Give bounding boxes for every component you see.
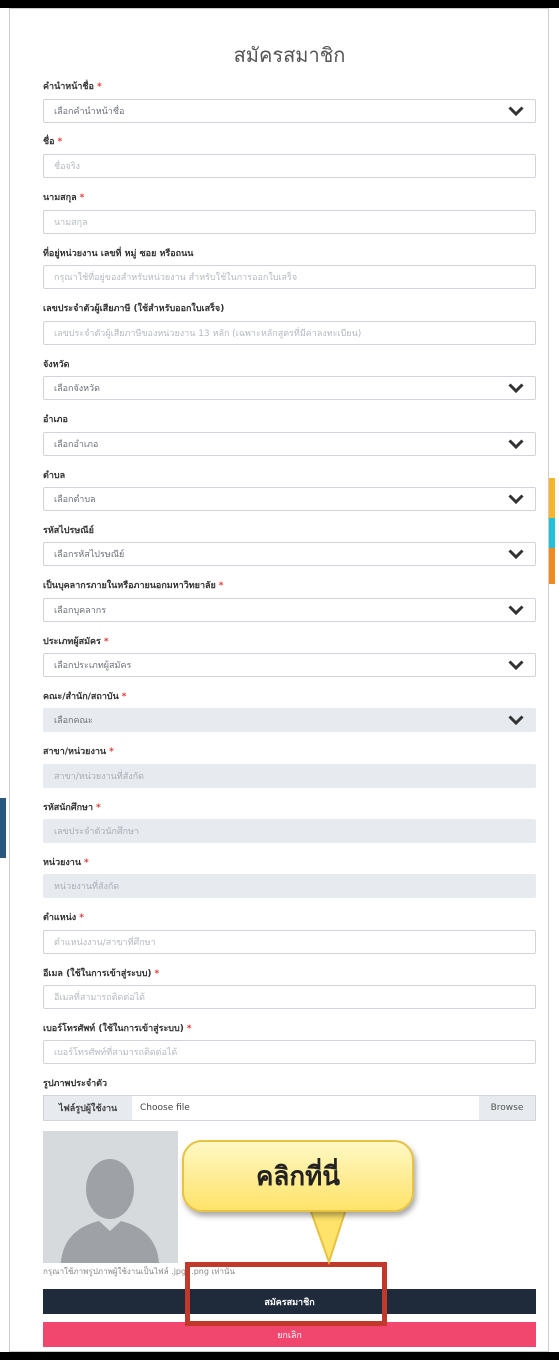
label-position: ตำแหน่ง * <box>43 913 84 923</box>
chevron-down-icon <box>507 438 525 450</box>
callout-text: คลิกที่นี่ <box>256 1161 340 1192</box>
label-district: อำเภอ <box>43 415 68 425</box>
tax-id-input[interactable]: เลขประจำตัวผู้เสียภาษีของหน่วยงาน 13 หลั… <box>43 321 536 345</box>
address-input[interactable]: กรุณาใช้ที่อยู่ของสำหรับหน่วยงาน สำหรับใ… <box>43 265 536 289</box>
select-personnel[interactable]: เลือกบุคลากร <box>43 598 536 622</box>
chevron-down-icon <box>507 105 525 117</box>
first-name-input[interactable]: ชื่อจริง <box>43 154 536 178</box>
label-agency: หน่วยงาน * <box>43 858 89 868</box>
label-subdistrict: ตำบล <box>43 471 66 481</box>
label-title-prefix: คำนำหน้าชื่อ * <box>43 82 102 92</box>
callout-tail <box>307 1206 349 1266</box>
chevron-down-icon <box>507 382 525 394</box>
label-faculty: คณะ/สำนัก/สถาบัน * <box>43 692 127 702</box>
select-faculty[interactable]: เลือกคณะ <box>43 708 536 732</box>
email-input[interactable]: อีเมลที่สามารถติดต่อได้ <box>43 985 536 1009</box>
agency-input[interactable]: หน่วยงานที่สังกัด <box>43 874 536 898</box>
select-province[interactable]: เลือกจังหวัด <box>43 376 536 400</box>
avatar-placeholder-image <box>43 1131 178 1263</box>
file-name-display[interactable]: Choose file <box>132 1096 479 1120</box>
label-email: อีเมล (ใช้ในการเข้าสู่ระบบ) * <box>43 969 160 979</box>
chevron-down-icon <box>507 493 525 505</box>
phone-input[interactable]: เบอร์โทรศัพท์ที่สามารถติดต่อได้ <box>43 1040 536 1064</box>
background-accent <box>0 798 6 858</box>
select-applicant-type[interactable]: เลือกประเภทผู้สมัคร <box>43 653 536 677</box>
background-accent <box>549 548 555 584</box>
highlight-box <box>185 1262 387 1326</box>
background-right-strip <box>549 8 559 1352</box>
label-province: จังหวัด <box>43 360 70 370</box>
label-photo: รูปภาพประจำตัว <box>43 1079 108 1089</box>
background-accent <box>549 478 555 518</box>
label-tax-id: เลขประจำตัวผู้เสียภาษี (ใช้สำหรับออกใบเส… <box>43 304 225 314</box>
photo-file-input[interactable]: ไฟล์รูปผู้ใช้งาน Choose file Browse <box>43 1095 536 1121</box>
chevron-down-icon <box>507 714 525 726</box>
select-subdistrict[interactable]: เลือกตำบล <box>43 487 536 511</box>
label-phone: เบอร์โทรศัพท์ (ใช้ในการเข้าสู่ระบบ) * <box>43 1024 192 1034</box>
label-personnel: เป็นบุคลากรภายในหรือภายนอกมหาวิทยาลัย * <box>43 581 224 591</box>
user-silhouette-icon <box>61 1159 159 1263</box>
label-postcode: รหัสไปรษณีย์ <box>43 526 94 536</box>
label-student-id: รหัสนักศึกษา * <box>43 803 101 813</box>
select-postcode[interactable]: เลือกรหัสไปรษณีย์ <box>43 542 536 566</box>
select-title-prefix[interactable]: เลือกคำนำหน้าชื่อ <box>43 99 536 123</box>
student-id-input[interactable]: เลขประจำตัวนักศึกษา <box>43 819 536 843</box>
label-first-name: ชื่อ * <box>43 137 63 147</box>
chevron-down-icon <box>507 604 525 616</box>
label-department: สาขา/หน่วยงาน * <box>43 747 114 757</box>
label-address: ที่อยู่หน่วยงาน เลขที่ หมู่ ซอย หรือถนน <box>43 249 194 259</box>
chevron-down-icon <box>507 659 525 671</box>
position-input[interactable]: ตำแหน่งงาน/สาขาที่ศึกษา <box>43 930 536 954</box>
background-left-strip <box>0 8 9 1352</box>
click-here-callout: คลิกที่นี่ <box>182 1140 414 1212</box>
last-name-input[interactable]: นามสกุล <box>43 210 536 234</box>
label-last-name: นามสกุล * <box>43 193 85 203</box>
label-applicant-type: ประเภทผู้สมัคร * <box>43 637 109 647</box>
file-input-prefix: ไฟล์รูปผู้ใช้งาน <box>44 1096 132 1120</box>
browse-button[interactable]: Browse <box>479 1096 535 1120</box>
background-accent <box>549 518 555 548</box>
chevron-down-icon <box>507 548 525 560</box>
department-input[interactable]: สาขา/หน่วยงานที่สังกัด <box>43 764 536 788</box>
select-district[interactable]: เลือกอำเภอ <box>43 432 536 456</box>
page-title: สมัครสมาชิก <box>233 43 346 67</box>
